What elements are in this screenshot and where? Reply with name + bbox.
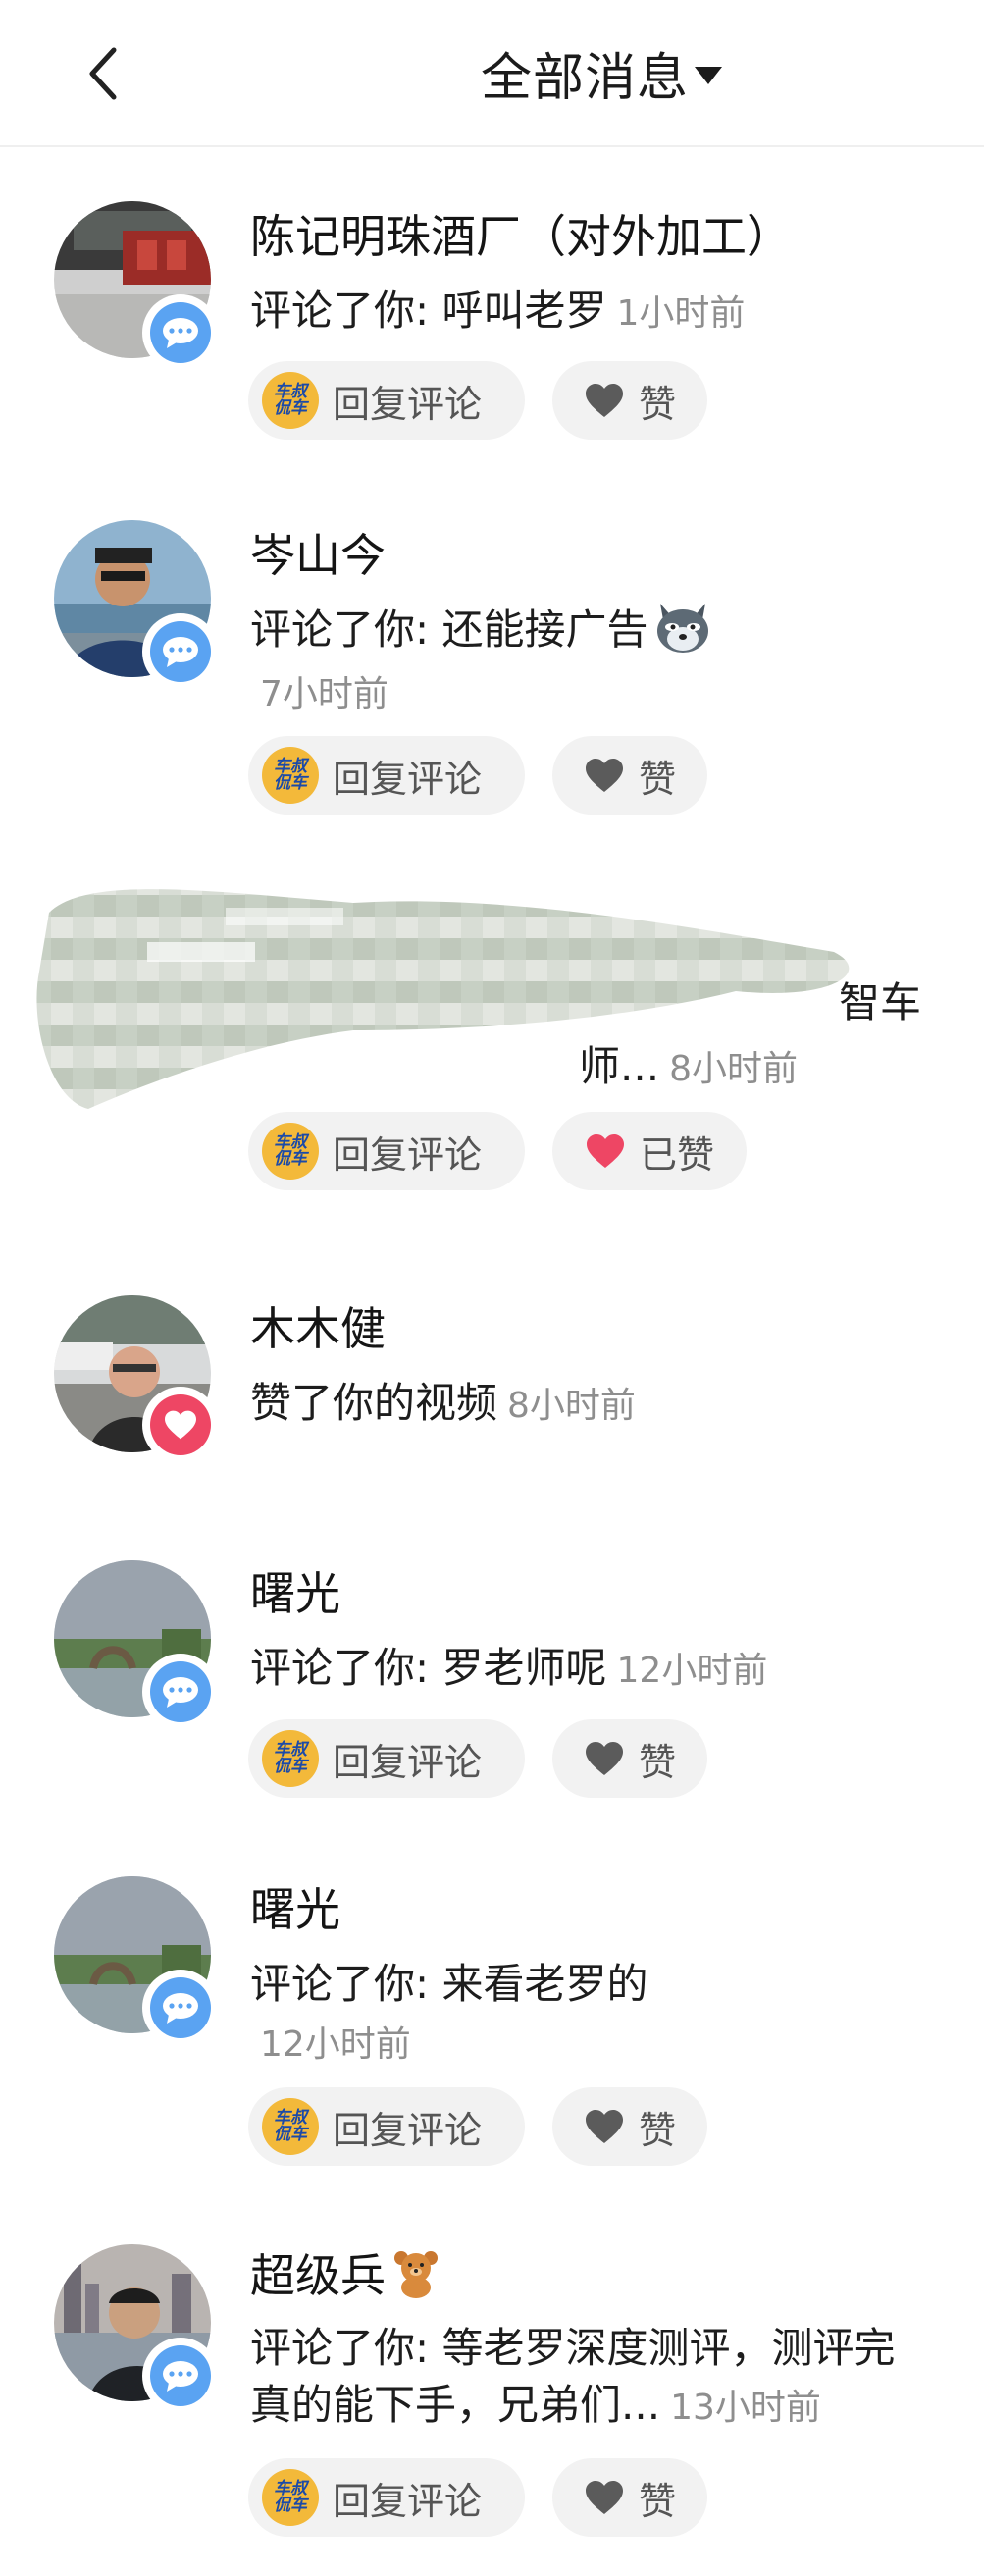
like-button[interactable]: 赞 [552,736,707,815]
message-text: 评论了你: 还能接广告 [250,597,713,657]
reply-logo-icon: 车叔 侃车 [262,2469,319,2526]
like-button[interactable]: 赞 [552,2087,707,2166]
like-button[interactable]: 赞 [552,1719,707,1798]
message-text: 评论了你: 呼叫老罗 1小时前 [250,287,746,335]
comment-badge [142,2338,219,2414]
timestamp: 12小时前 [260,2024,411,2065]
like-button[interactable]: 赞 [552,2458,707,2537]
heart-icon [585,2481,623,2514]
timestamp: 12小时前 [616,1651,768,1691]
message-text: 真的能下手，兄弟们... 13小时前 [250,2381,821,2429]
chevron-left-icon [89,47,117,100]
user-name[interactable]: 岑山今 [250,520,386,585]
message-text: 评论了你: 等老罗深度测评，测评完 [250,2324,896,2372]
message-filter-dropdown[interactable]: 全部消息 [481,37,723,108]
reply-comment-button[interactable]: 车叔 侃车 回复评论 [248,2458,525,2537]
user-name[interactable]: 曙光 [250,1874,340,1939]
comment-badge [142,1654,219,1730]
top-bar: 全部消息 [0,0,984,147]
reply-comment-button[interactable]: 车叔 侃车 回复评论 [248,1719,525,1798]
user-name[interactable]: 曙光 [250,1558,340,1623]
reply-logo-icon: 车叔 侃车 [262,2098,319,2155]
heart-icon [585,1742,623,1775]
timestamp: 8小时前 [507,1386,636,1426]
reply-comment-button[interactable]: 车叔 侃车 回复评论 [248,361,525,440]
caret-down-icon [695,67,723,84]
message-text: 评论了你: 来看老罗的 [250,1960,648,2008]
reply-comment-button[interactable]: 车叔 侃车 回复评论 [248,736,525,815]
user-name[interactable]: 超级兵 [250,2240,442,2305]
heart-icon [585,384,623,417]
reply-comment-button[interactable]: 车叔 侃车 回复评论 [248,2087,525,2166]
message-text: 赞了你的视频 8小时前 [250,1379,636,1427]
back-button[interactable] [78,39,128,108]
timestamp: 13小时前 [670,2388,821,2428]
comment-badge [142,294,219,371]
timestamp: 7小时前 [260,674,388,714]
comment-bubble-icon [163,2361,198,2392]
user-name[interactable]: 陈记明珠酒厂（对外加工） [250,201,792,266]
page-title: 全部消息 [481,48,690,108]
comment-badge [142,1970,219,2046]
comment-bubble-icon [163,318,198,348]
heart-icon [165,1410,196,1440]
redaction-mosaic [36,889,850,1109]
like-badge [142,1387,219,1463]
reply-logo-icon: 车叔 侃车 [262,372,319,429]
comment-badge [142,613,219,690]
heart-icon [585,759,623,792]
heart-icon [585,2110,623,2143]
comment-bubble-icon [163,1677,198,1708]
message-text: 评论了你: 罗老师呢 12小时前 [250,1644,768,1692]
bear-emoji [394,2251,438,2298]
comment-bubble-icon [163,1993,198,2024]
comment-bubble-icon [163,637,198,667]
user-name[interactable]: 木木健 [250,1293,386,1358]
reply-logo-icon: 车叔 侃车 [262,747,319,804]
like-button[interactable]: 赞 [552,361,707,440]
reply-logo-icon: 车叔 侃车 [262,1730,319,1787]
timestamp: 1小时前 [616,293,746,334]
wolf-emoji [656,603,708,653]
